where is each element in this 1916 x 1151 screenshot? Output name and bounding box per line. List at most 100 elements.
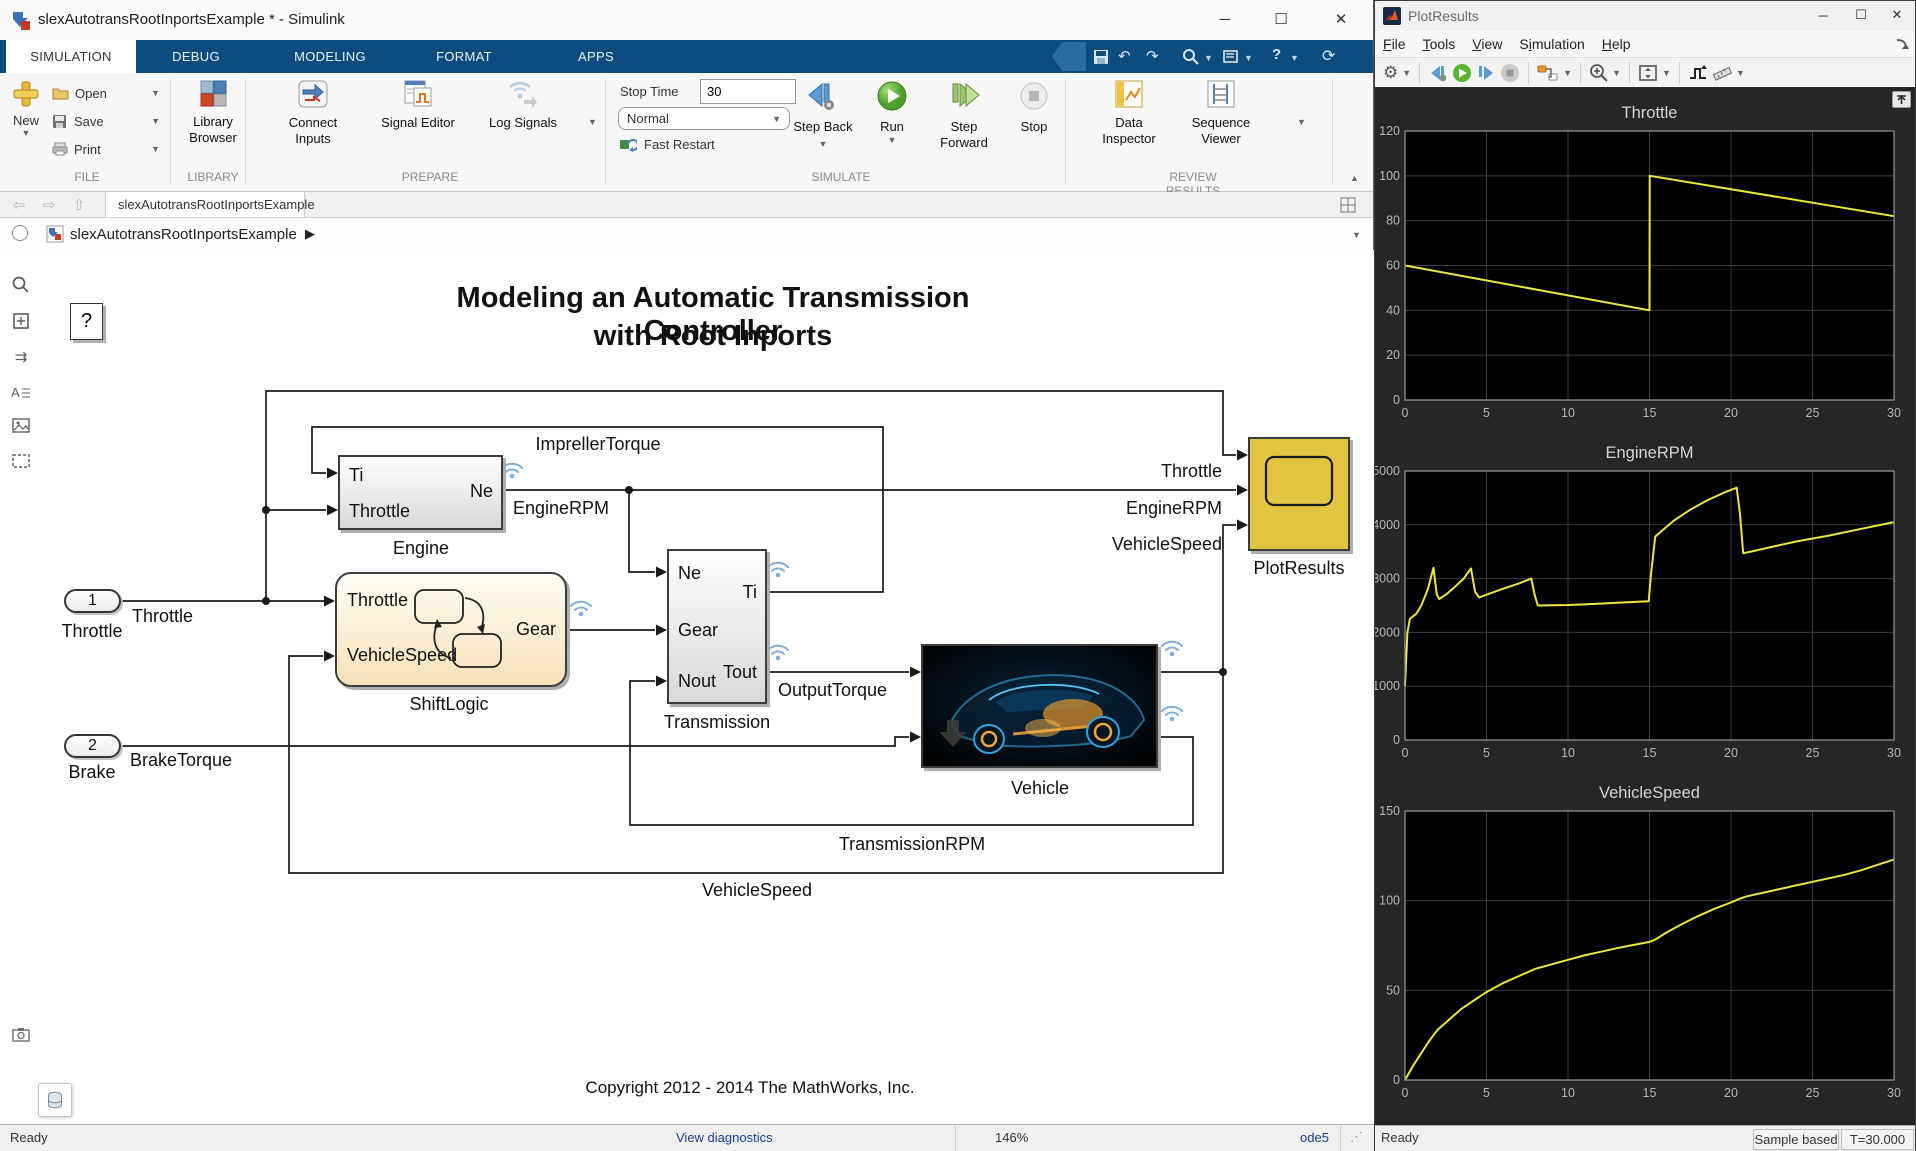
back-button[interactable]: ⇦: [6, 195, 32, 215]
forward-button[interactable]: ⇨: [36, 195, 62, 215]
scope-stop-icon[interactable]: [1500, 61, 1520, 85]
open-button[interactable]: Open▼: [52, 81, 160, 105]
settings-chevron-icon[interactable]: ▼: [1402, 61, 1411, 85]
maximize-button[interactable]: ☐: [1258, 0, 1304, 38]
model-canvas[interactable]: ⇉ A: [0, 250, 1374, 1124]
qat-help-chevron-icon[interactable]: ▼: [1290, 53, 1299, 63]
tab-apps[interactable]: APPS: [524, 40, 668, 73]
qat-save-icon[interactable]: [1092, 48, 1110, 66]
scope-step-back-icon[interactable]: [1428, 61, 1448, 85]
explorer-toggle-icon[interactable]: [12, 225, 28, 241]
stop-button[interactable]: Stop: [1008, 80, 1060, 168]
menu-view[interactable]: View: [1472, 36, 1502, 52]
block-shiftlogic[interactable]: Throttle VehicleSpeed Gear: [335, 572, 567, 687]
block-vehicle[interactable]: [921, 644, 1158, 768]
svg-text:VehicleSpeed: VehicleSpeed: [1599, 784, 1700, 802]
fast-restart-toggle[interactable]: Fast Restart: [620, 137, 715, 152]
scope-zoom-chevron-icon[interactable]: ▼: [1612, 61, 1621, 85]
signal-label-throttle: Throttle: [132, 606, 193, 627]
status-solver[interactable]: ode5: [1300, 1130, 1329, 1145]
review-overflow-chevron-icon[interactable]: ▼: [1297, 117, 1306, 127]
log-signals-button[interactable]: Log Signals: [484, 80, 562, 168]
menu-help[interactable]: Help: [1602, 36, 1631, 52]
dock-icon[interactable]: [1895, 38, 1909, 52]
step-back-button[interactable]: Step Back ▼: [793, 80, 853, 168]
signal-selector-icon[interactable]: [1537, 61, 1559, 85]
signal-editor-button[interactable]: Signal Editor: [379, 80, 457, 168]
inport-throttle[interactable]: 1: [64, 589, 121, 613]
model-tab[interactable]: slexAutotransRootInportsExample: [105, 192, 305, 217]
view-diagnostics-link[interactable]: View diagnostics: [676, 1130, 773, 1145]
enginerpm-chart[interactable]: 010002000300040005000051015202530EngineR…: [1375, 428, 1915, 768]
menu-simulation[interactable]: Simulation: [1519, 36, 1584, 52]
qat-find-chevron-icon[interactable]: ▼: [1244, 53, 1253, 63]
svg-text:4000: 4000: [1375, 518, 1400, 532]
qat-find-icon[interactable]: [1222, 48, 1240, 66]
library-browser-button[interactable]: Library Browser: [174, 80, 252, 168]
sim-mode-dropdown[interactable]: Normal▼: [618, 107, 790, 130]
block-plotresults[interactable]: [1248, 437, 1350, 551]
matlab-icon: [1383, 7, 1401, 25]
block-transmission[interactable]: Ne Gear Nout Ti Tout: [667, 549, 767, 704]
minimize-button[interactable]: ─: [1202, 0, 1248, 38]
tab-layout-icon[interactable]: [1340, 197, 1356, 213]
scope-maximize-button[interactable]: ☐: [1843, 1, 1879, 29]
tab-modeling[interactable]: MODELING: [256, 40, 404, 73]
data-inspector-button[interactable]: Data Inspector: [1090, 80, 1168, 168]
svg-text:10: 10: [1561, 406, 1575, 420]
new-button[interactable]: New ▼: [6, 78, 46, 164]
measure-ruler-icon[interactable]: [1712, 61, 1732, 85]
toolstrip-collapse-arrow[interactable]: [1052, 42, 1086, 71]
data-cursor-icon[interactable]: [1688, 61, 1708, 85]
port-label: Ne: [678, 563, 701, 584]
settings-gear-icon[interactable]: ⚙: [1383, 61, 1398, 85]
menu-tools[interactable]: Tools: [1423, 36, 1456, 52]
qat-redo-icon[interactable]: ↷: [1146, 47, 1159, 65]
block-engine[interactable]: Ti Throttle Ne: [338, 455, 503, 530]
menu-file[interactable]: File: [1383, 36, 1406, 52]
undock-icon[interactable]: [1892, 91, 1911, 108]
fit-to-view-icon[interactable]: [1638, 61, 1658, 85]
ribbon-collapse-chevron-icon[interactable]: ▲: [1350, 173, 1359, 183]
throttle-chart[interactable]: 020406080100120051015202530Throttle: [1375, 88, 1915, 428]
svg-text:20: 20: [1724, 1086, 1738, 1100]
breadcrumb-chevron-icon[interactable]: ▼: [1352, 230, 1361, 240]
resize-grip-icon[interactable]: ⋰: [1350, 1129, 1363, 1145]
qat-help-icon[interactable]: ?: [1272, 46, 1281, 63]
svg-text:5: 5: [1483, 406, 1490, 420]
prepare-overflow-chevron-icon[interactable]: ▼: [588, 117, 597, 127]
step-forward-button[interactable]: Step Forward: [932, 80, 996, 168]
measure-chevron-icon[interactable]: ▼: [1736, 61, 1745, 85]
tab-simulation[interactable]: SIMULATION: [6, 40, 136, 73]
scope-step-forward-icon[interactable]: [1476, 61, 1496, 85]
svg-text:20: 20: [1724, 746, 1738, 760]
run-button[interactable]: Run ▼: [866, 80, 918, 168]
tab-debug[interactable]: DEBUG: [136, 40, 256, 73]
qat-undo-icon[interactable]: ↶: [1118, 47, 1131, 65]
signal-selector-chevron-icon[interactable]: ▼: [1563, 61, 1572, 85]
close-button[interactable]: ✕: [1318, 0, 1364, 38]
tab-format[interactable]: FORMAT: [404, 40, 524, 73]
stop-icon: [1018, 80, 1050, 112]
save-button[interactable]: Save▼: [52, 109, 160, 133]
vehiclespeed-chart[interactable]: 050100150051015202530VehicleSpeed: [1375, 768, 1915, 1108]
scope-zoom-icon[interactable]: [1589, 61, 1608, 85]
inport-brake[interactable]: 2: [64, 734, 121, 758]
qat-zoom-chevron-icon[interactable]: ▼: [1204, 53, 1213, 63]
svg-text:10: 10: [1561, 1086, 1575, 1100]
scope-close-button[interactable]: ✕: [1879, 1, 1915, 29]
sequence-viewer-button[interactable]: Sequence Viewer: [1182, 80, 1260, 168]
scope-run-icon[interactable]: [1452, 61, 1472, 85]
scope-plot-area[interactable]: 020406080100120051015202530Throttle 0100…: [1375, 88, 1915, 1125]
print-button[interactable]: Print▼: [52, 137, 160, 161]
qat-sync-icon[interactable]: ⟳: [1322, 46, 1335, 66]
block-label-shiftlogic: ShiftLogic: [409, 694, 488, 715]
help-block[interactable]: ?: [70, 303, 103, 340]
breadcrumb[interactable]: slexAutotransRootInportsExample: [70, 226, 297, 243]
qat-zoom-icon[interactable]: [1182, 48, 1200, 66]
connect-inputs-button[interactable]: Connect Inputs: [274, 80, 352, 168]
stop-time-input[interactable]: [700, 79, 796, 104]
up-button[interactable]: ⇧: [66, 195, 92, 215]
fit-to-view-chevron-icon[interactable]: ▼: [1662, 61, 1671, 85]
scope-minimize-button[interactable]: ─: [1805, 1, 1841, 29]
